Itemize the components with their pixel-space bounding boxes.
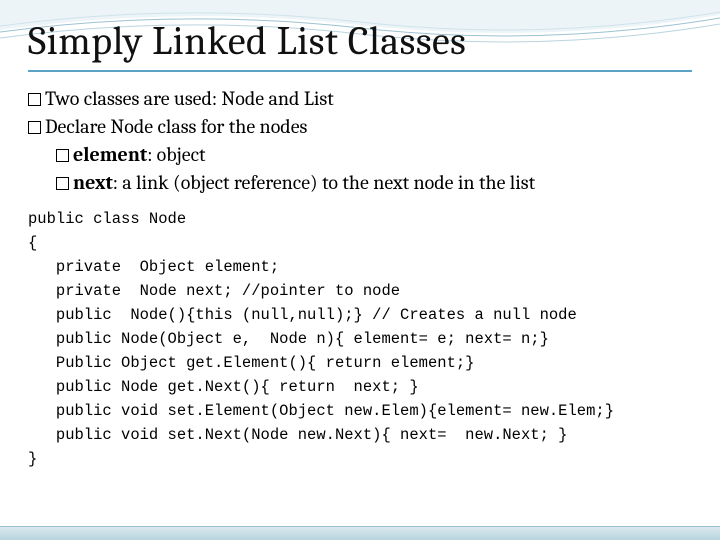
sub-bullet-rest: : object <box>147 143 205 166</box>
bullet-item: Declare Node class for the nodes <box>28 114 692 139</box>
bullet-box-icon <box>56 177 69 190</box>
bullet-text: Two classes are used: Node and List <box>45 87 334 110</box>
sub-bullet-item: element: object <box>56 142 692 167</box>
page-title: Simply Linked List Classes <box>28 18 692 72</box>
sub-bullet-bold: element <box>73 143 147 166</box>
bullet-text: Declare Node class for the nodes <box>45 115 307 138</box>
bullet-box-icon <box>56 149 69 162</box>
slide-content: Simply Linked List Classes Two classes a… <box>0 0 720 481</box>
sub-bullet-item: next: a link (object reference) to the n… <box>56 170 692 195</box>
bullet-box-icon <box>28 121 41 134</box>
bullet-item: Two classes are used: Node and List <box>28 86 692 111</box>
code-block: public class Node { private Object eleme… <box>28 207 692 471</box>
bullet-box-icon <box>28 93 41 106</box>
sub-bullet-rest: : a link (object reference) to the next … <box>113 171 535 194</box>
footer-bar <box>0 526 720 540</box>
sub-bullet-bold: next <box>73 171 113 194</box>
